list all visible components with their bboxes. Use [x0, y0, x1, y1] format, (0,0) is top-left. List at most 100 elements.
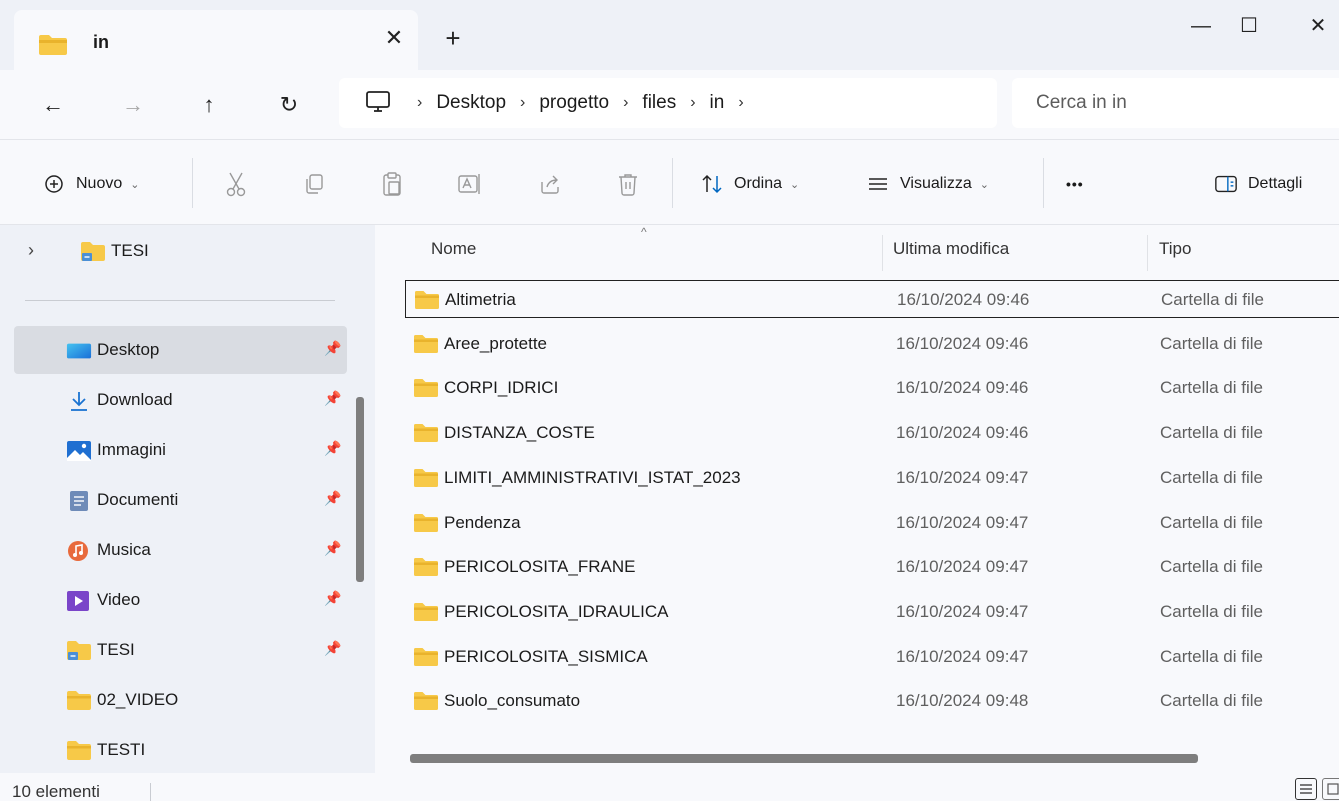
pin-icon[interactable]: 📌: [324, 440, 341, 457]
tab-close-icon[interactable]: ✕: [380, 24, 408, 52]
paste-button[interactable]: [378, 170, 406, 198]
more-options-button[interactable]: •••: [1066, 168, 1084, 200]
file-type: Cartella di file: [1160, 423, 1263, 443]
table-row[interactable]: Pendenza 16/10/2024 09:47 Cartella di file: [405, 504, 1339, 542]
sort-button[interactable]: Ordina ⌄: [700, 168, 799, 200]
table-row[interactable]: PERICOLOSITA_IDRAULICA 16/10/2024 09:47 Ca…: [405, 593, 1339, 631]
sidebar-item-documenti[interactable]: Documenti 📌: [14, 476, 347, 524]
pin-icon[interactable]: 📌: [324, 340, 341, 357]
sidebar-item-desktop[interactable]: Desktop 📌: [14, 326, 347, 374]
forward-button[interactable]: →: [116, 88, 150, 122]
chevron-down-icon: ⌄: [979, 178, 989, 191]
file-type: Cartella di file: [1160, 512, 1263, 532]
breadcrumb-progetto[interactable]: progetto: [539, 92, 609, 114]
breadcrumb-desktop[interactable]: Desktop: [436, 92, 506, 114]
music-icon: [68, 541, 88, 561]
sidebar-item-label: Desktop: [97, 340, 160, 359]
maximize-button[interactable]: ☐: [1226, 10, 1272, 42]
column-header-type[interactable]: Tipo: [1159, 239, 1191, 259]
pin-icon[interactable]: 📌: [324, 540, 341, 557]
rename-button[interactable]: [456, 170, 484, 198]
tab-title: in: [93, 32, 109, 52]
folder-icon: [414, 692, 438, 711]
sidebar-item-musica[interactable]: Musica 📌: [14, 526, 347, 574]
tab-in[interactable]: in ✕: [14, 10, 418, 72]
breadcrumb-separator[interactable]: ›: [417, 94, 422, 112]
refresh-button[interactable]: ↻: [272, 88, 306, 122]
table-row[interactable]: Suolo_consumato 16/10/2024 09:48 Cartella …: [405, 682, 1339, 720]
delete-button[interactable]: [614, 170, 642, 198]
table-row[interactable]: LIMITI_AMMINISTRATIVI_ISTAT_2023 16/10/20…: [405, 459, 1339, 497]
file-modified: 16/10/2024 09:46: [896, 423, 1029, 443]
copy-button[interactable]: [300, 170, 328, 198]
file-modified: 16/10/2024 09:47: [896, 467, 1029, 487]
new-tab-button[interactable]: +: [439, 24, 467, 52]
pin-icon[interactable]: 📌: [324, 590, 341, 607]
chevron-down-icon: ⌄: [790, 178, 800, 191]
column-divider[interactable]: [1147, 235, 1148, 271]
sidebar-item-download[interactable]: Download 📌: [14, 376, 347, 424]
divider: [192, 158, 193, 208]
chevron-right-icon[interactable]: ›: [28, 240, 34, 261]
new-button[interactable]: Nuovo ⌄: [42, 168, 139, 200]
shared-folder-icon: [67, 641, 91, 660]
view-button[interactable]: Visualizza ⌄: [866, 168, 989, 200]
sidebar-item-label: 02_VIDEO: [97, 690, 179, 709]
file-name: CORPI_IDRICI: [444, 378, 559, 398]
folder-icon: [414, 558, 438, 577]
trash-icon: [619, 174, 637, 196]
tiles-view-icon: [1327, 783, 1339, 795]
table-row[interactable]: Aree_protette 16/10/2024 09:46 Cartella di…: [405, 325, 1339, 363]
up-button[interactable]: ↑: [192, 88, 226, 122]
pin-icon[interactable]: 📌: [324, 390, 341, 407]
column-divider[interactable]: [882, 235, 883, 271]
file-name: PERICOLOSITA_SISMICA: [444, 646, 648, 666]
folder-icon: [39, 35, 67, 55]
pin-icon[interactable]: 📌: [324, 490, 341, 507]
folder-icon: [67, 741, 91, 760]
tiles-view-button[interactable]: [1322, 778, 1339, 800]
table-row[interactable]: CORPI_IDRICI 16/10/2024 09:46 Cartella di …: [405, 369, 1339, 407]
sidebar-item-02-video[interactable]: 02_VIDEO: [14, 676, 347, 724]
details-pane-button[interactable]: Dettagli: [1214, 168, 1302, 200]
pin-icon[interactable]: 📌: [324, 640, 341, 657]
sidebar-item-testi[interactable]: TESTI: [14, 726, 347, 774]
table-row[interactable]: PERICOLOSITA_SISMICA 16/10/2024 09:47 Cart…: [405, 638, 1339, 676]
share-button[interactable]: [536, 170, 564, 198]
breadcrumb-in[interactable]: in: [710, 92, 725, 114]
details-view-button[interactable]: [1295, 778, 1317, 800]
divider: [1043, 158, 1044, 208]
table-row[interactable]: Altimetria 16/10/2024 09:46 Cartella di fi…: [405, 280, 1339, 318]
column-header-name[interactable]: Nome: [431, 239, 476, 259]
sidebar-scrollbar[interactable]: [356, 397, 364, 582]
plus-circle-icon: [45, 175, 63, 193]
item-count: 10 elementi: [12, 782, 100, 801]
file-name: Suolo_consumato: [444, 691, 581, 711]
folder-icon: [414, 602, 438, 621]
file-name: Altimetria: [445, 290, 516, 309]
breadcrumb-separator[interactable]: ›: [690, 94, 695, 112]
sidebar-item-immagini[interactable]: Immagini 📌: [14, 426, 347, 474]
sidebar-item-tesi[interactable]: TESI 📌: [14, 626, 347, 674]
breadcrumb-separator[interactable]: ›: [520, 94, 525, 112]
column-header-modified[interactable]: Ultima modifica: [893, 239, 1009, 259]
minimize-button[interactable]: —: [1178, 10, 1224, 42]
table-row[interactable]: PERICOLOSITA_FRANE 16/10/2024 09:47 Cartel…: [405, 548, 1339, 586]
details-pane-icon: [1215, 175, 1237, 193]
folder-icon: [415, 291, 439, 309]
sidebar-item-video[interactable]: Video 📌: [14, 576, 347, 624]
breadcrumb-files[interactable]: files: [642, 92, 676, 114]
close-button[interactable]: ✕: [1295, 10, 1339, 42]
search-input[interactable]: Cerca in in: [1012, 78, 1339, 128]
sidebar-item-tesi-top[interactable]: › TESI: [14, 227, 347, 275]
breadcrumb-separator[interactable]: ›: [623, 94, 628, 112]
breadcrumb[interactable]: › Desktop › progetto › files › in ›: [339, 78, 997, 128]
back-button[interactable]: ←: [36, 88, 70, 122]
horizontal-scrollbar[interactable]: [410, 754, 1198, 763]
file-modified: 16/10/2024 09:46: [896, 333, 1029, 353]
cut-button[interactable]: [222, 170, 250, 198]
table-row[interactable]: DISTANZA_COSTE 16/10/2024 09:46 Cartella d…: [405, 414, 1339, 452]
file-name: Aree_protette: [444, 333, 548, 353]
breadcrumb-separator[interactable]: ›: [738, 94, 743, 112]
sidebar-item-label: Musica: [97, 540, 151, 559]
